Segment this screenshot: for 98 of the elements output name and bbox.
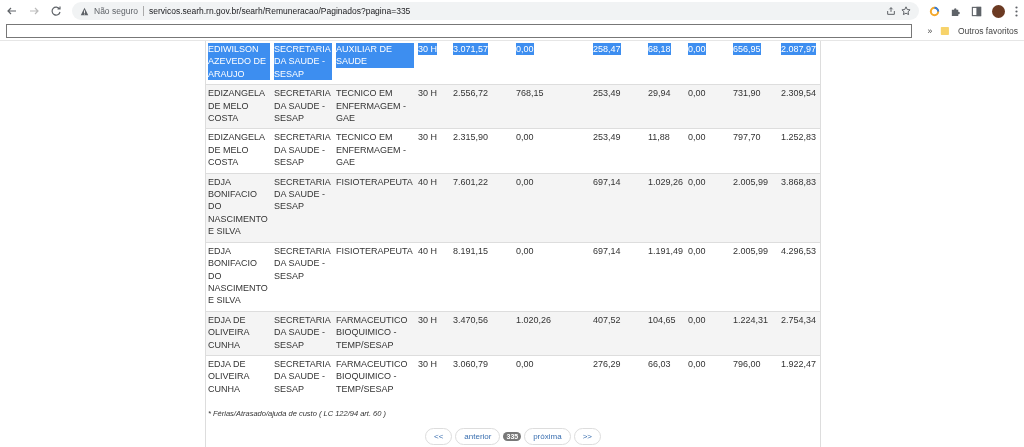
table-cell: 731,90 [733, 87, 761, 100]
avatar-icon[interactable] [992, 4, 1005, 18]
back-icon[interactable] [6, 5, 18, 17]
table-cell: 796,00 [733, 357, 761, 371]
puzzle-icon[interactable] [950, 5, 961, 17]
table-cell-text: EDJA DE OLIVEIRA CUNHA [208, 357, 251, 396]
table-cell: 68,18 [648, 43, 671, 56]
table-cell: 30 H [418, 43, 437, 56]
table-cell: 0,00 [516, 357, 534, 371]
table-cell: 697,14 [593, 244, 621, 258]
pagination-button[interactable]: << [425, 428, 453, 446]
sidebar-icon[interactable] [971, 5, 982, 17]
table-cell-text: EDJA BONIFACIO DO NASCIMENTO E SILVA [208, 175, 269, 238]
table-cell: AUXILIAR DE SAUDE [336, 43, 414, 68]
table-cell-text: EDIZANGELA DE MELO COSTA [208, 87, 266, 125]
table-cell: 4.296,53 [781, 244, 817, 258]
bookmark-folder[interactable]: Outros favoritos [958, 26, 1018, 36]
pagination-button[interactable]: >> [573, 428, 601, 446]
table-cell-text: EDIZANGELA DE MELO COSTA [208, 131, 266, 169]
table-cell: SECRETARIA DA SAUDE - SESAP [274, 43, 332, 81]
table-cell: EDIWILSON AZEVEDO DE ARAUJO [208, 43, 270, 81]
menu-icon[interactable] [1015, 5, 1018, 17]
table-cell: SECRETARIA DA SAUDE - SESAP [274, 244, 332, 282]
table-cell: 2.309,54 [781, 87, 817, 100]
find-field[interactable] [6, 24, 912, 38]
table-cell-text: FARMACEUTICO BIOQUIMICO - TEMP/SESAP [336, 357, 409, 396]
table-cell: 66,03 [648, 357, 671, 371]
extension-icon[interactable] [929, 5, 940, 17]
table-cell: 768,15 [516, 87, 544, 100]
bookmarks-overflow[interactable]: » [927, 26, 933, 36]
table-cell: 30 H [418, 357, 437, 371]
table-cell: 30 H [418, 87, 437, 100]
pagination-button[interactable]: próxima [524, 428, 571, 446]
table-cell: 1.020,26 [516, 313, 552, 327]
table-cell: 797,70 [733, 131, 761, 144]
table-cell: 40 H [418, 175, 437, 189]
share-icon[interactable] [886, 6, 896, 16]
security-label: Não seguro [94, 6, 144, 16]
table-cell: 3.060,79 [453, 357, 489, 371]
table-cell: 0,00 [688, 357, 706, 371]
table-cell: 253,49 [593, 131, 621, 144]
table-cell: SECRETARIA DA SAUDE - SESAP [274, 175, 332, 213]
table-cell: 2.005,99 [733, 244, 769, 258]
table-cell: FISIOTERAPEUTA [336, 244, 413, 258]
table-cell: SECRETARIA DA SAUDE - SESAP [274, 131, 332, 169]
table-cell: 0,00 [688, 175, 706, 189]
table-cell: 697,14 [593, 175, 621, 189]
table-cell: 2.754,34 [781, 313, 817, 327]
table-cell: 0,00 [688, 313, 706, 327]
table-cell: 1.922,47 [781, 357, 817, 371]
table-cell: 2.005,99 [733, 175, 769, 189]
table-cell: 1.252,83 [781, 131, 817, 144]
table-cell: 40 H [418, 244, 437, 258]
table-cell: 656,95 [733, 43, 761, 56]
pagination-button[interactable]: anterior [455, 428, 501, 446]
table-cell: 0,00 [516, 131, 534, 144]
table-cell: 0,00 [688, 43, 706, 56]
table-cell-text: FARMACEUTICO BIOQUIMICO - TEMP/SESAP [336, 313, 409, 351]
table-cell: 407,52 [593, 313, 621, 327]
table-cell: 3.470,56 [453, 313, 489, 327]
table-cell: 276,29 [593, 357, 621, 371]
table-cell: 0,00 [688, 244, 706, 258]
table-cell: 1.191,49 [648, 244, 684, 258]
address-bar[interactable]: Não seguro servicos.searh.rn.gov.br/searh/Remuneracao/Paginados?pagina=335 [72, 2, 919, 20]
table-cell: 8.191,15 [453, 244, 489, 258]
table-cell: 7.601,22 [453, 175, 489, 189]
url-text: servicos.searh.rn.gov.br/searh/Remuneracao/Paginados?pagina=335 [148, 6, 411, 16]
table-cell: 0,00 [688, 87, 706, 100]
table-cell: 258,47 [593, 43, 621, 56]
star-icon[interactable] [901, 6, 911, 16]
table-cell: 0,00 [516, 244, 534, 258]
table-cell: SECRETARIA DA SAUDE - SESAP [274, 313, 332, 351]
table-cell: 3.071,57 [453, 43, 489, 56]
table-cell: 30 H [418, 131, 437, 144]
table-cell-text: TECNICO EM ENFERMAGEM - GAE [336, 131, 407, 169]
table-cell: 3.868,83 [781, 175, 817, 189]
folder-icon [940, 26, 950, 36]
table-cell: FISIOTERAPEUTA [336, 175, 413, 189]
table-cell: SECRETARIA DA SAUDE - SESAP [274, 87, 332, 125]
warning-icon [80, 6, 89, 16]
table-cell: 30 H [418, 313, 437, 327]
table-cell: 104,65 [648, 313, 676, 327]
table-cell-text: EDJA BONIFACIO DO NASCIMENTO E SILVA [208, 244, 269, 307]
table-cell: 29,94 [648, 87, 671, 100]
table-cell: SECRETARIA DA SAUDE - SESAP [274, 357, 332, 396]
table-cell: 253,49 [593, 87, 621, 100]
table-cell: 2.556,72 [453, 87, 489, 100]
table-cell: 2.315,90 [453, 131, 489, 144]
table-cell: 11,88 [648, 131, 670, 144]
table-cell: 0,00 [688, 131, 706, 144]
table-cell-text: EDJA DE OLIVEIRA CUNHA [208, 313, 251, 351]
table-cell: 1.224,31 [733, 313, 769, 327]
reload-icon[interactable] [50, 5, 62, 17]
table-cell: 0,00 [516, 43, 534, 56]
table-cell: 2.087,97 [781, 43, 817, 56]
table-cell: 0,00 [516, 175, 534, 189]
table-cell: 1.029,26 [648, 175, 684, 189]
table-cell-text: TECNICO EM ENFERMAGEM - GAE [336, 87, 407, 125]
